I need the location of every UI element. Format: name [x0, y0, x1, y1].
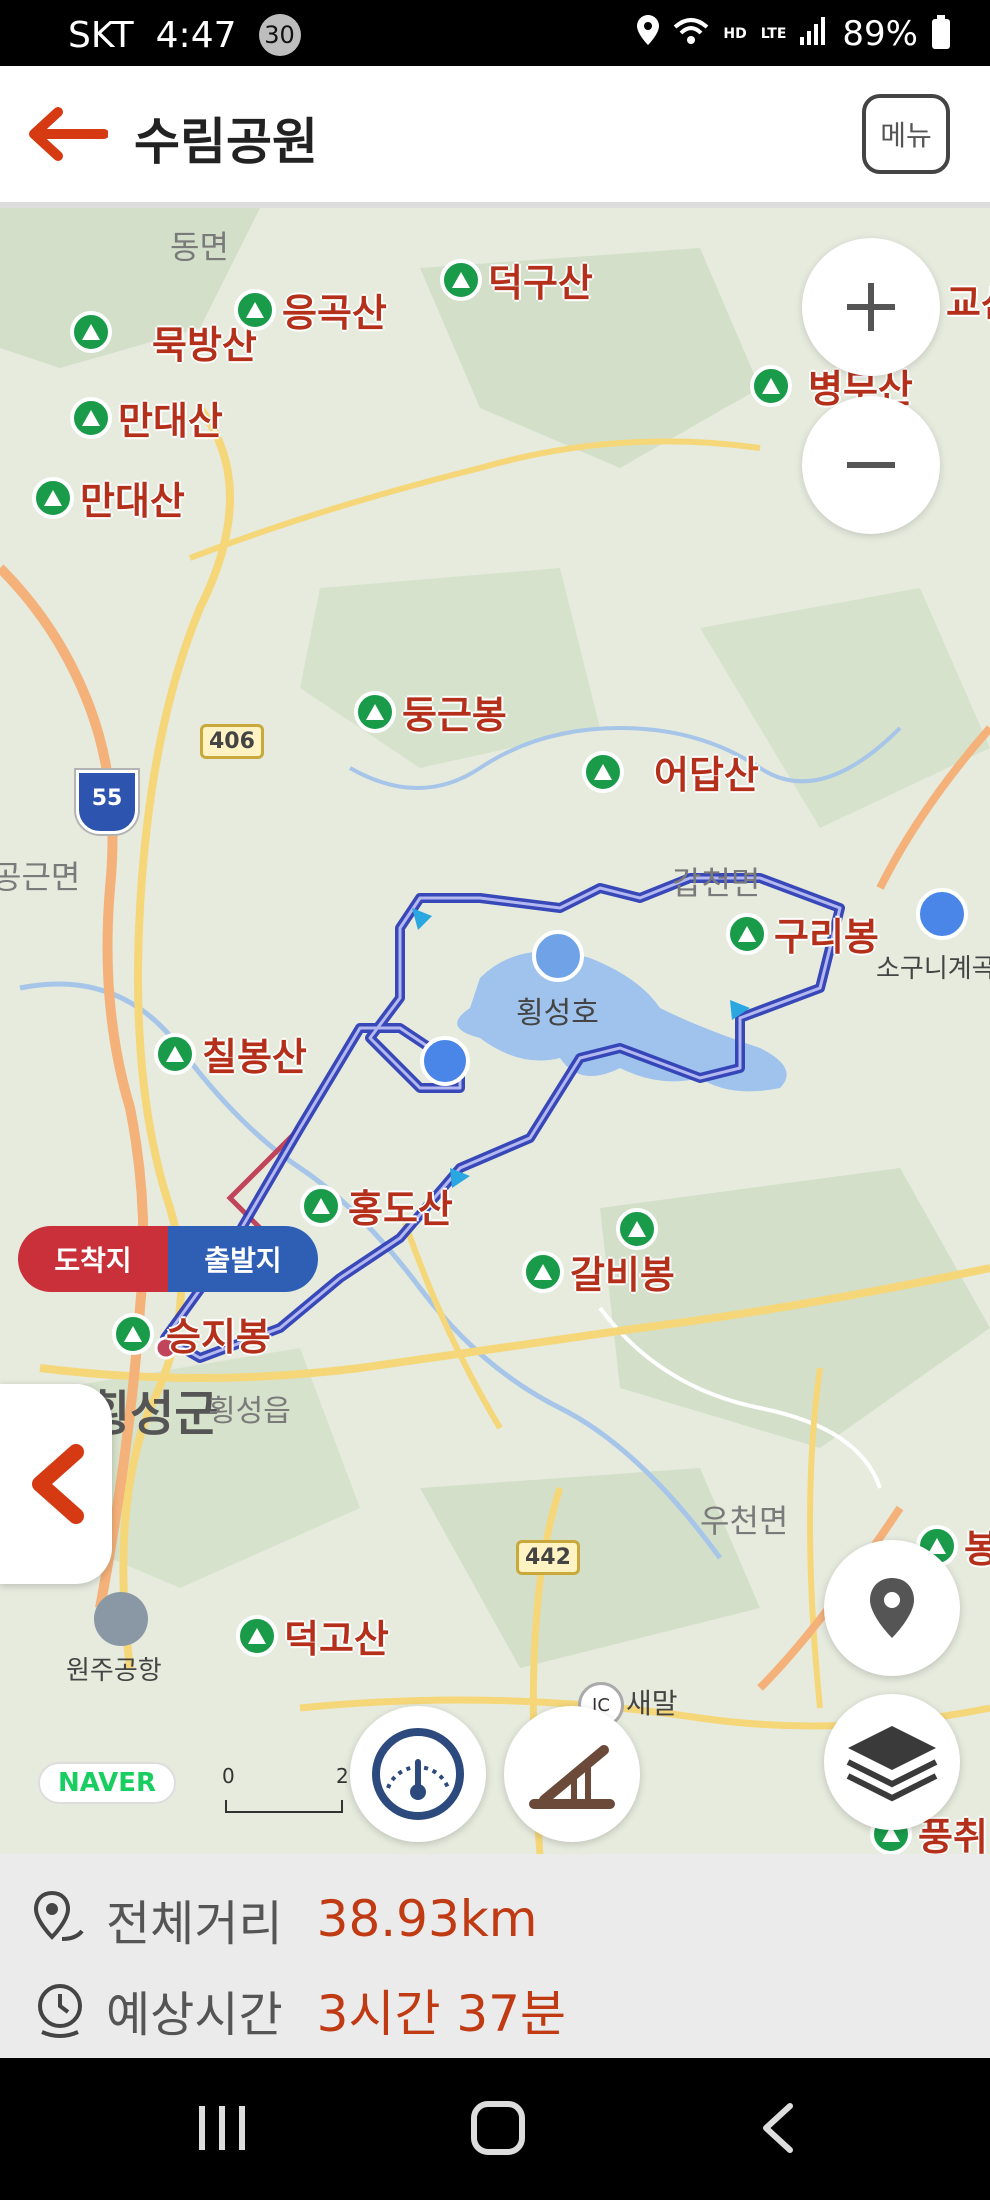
mountain-icon — [726, 912, 768, 955]
app-header: 수림공원 메뉴 — [0, 66, 990, 208]
peak-marker[interactable]: 칠봉산 — [154, 1026, 307, 1081]
zoom-out-button[interactable] — [802, 396, 940, 534]
mountain-icon — [522, 1250, 564, 1293]
time-value: 3시간 37분 — [316, 1985, 566, 2043]
highway-shield: 55 — [76, 770, 138, 834]
poi-label: 소구니계곡 — [876, 954, 990, 984]
speedometer-icon — [372, 1728, 464, 1820]
chevron-left-icon — [32, 1444, 84, 1524]
mountain-icon — [300, 1184, 342, 1227]
battery-icon — [932, 15, 950, 49]
region-label: 우천면 — [700, 1502, 789, 1540]
road-number-badge: 406 — [200, 724, 264, 759]
distance-label: 전체거리 — [106, 1896, 283, 1952]
arrival-flag[interactable]: 도착지 — [18, 1226, 168, 1292]
mountain-icon — [70, 310, 112, 353]
wifi-icon — [673, 14, 709, 54]
elevation-button[interactable] — [504, 1706, 640, 1842]
system-nav-bar — [0, 2058, 990, 2200]
peak-marker[interactable]: 덕고산 — [236, 1608, 389, 1663]
park-icon[interactable] — [420, 1036, 470, 1086]
peak-marker[interactable]: 만대산 — [70, 390, 223, 445]
route-pin-icon — [33, 1890, 84, 1941]
panel-toggle-button[interactable] — [0, 1384, 112, 1584]
time-label: 예상시간 — [106, 1987, 283, 2043]
mountain-icon — [154, 1032, 196, 1075]
distance-row: 전체거리 38.93km — [32, 1884, 537, 1954]
recent-apps-icon[interactable] — [196, 2102, 248, 2154]
peak-marker[interactable]: 응곡산 — [234, 282, 387, 337]
status-bar: SKT 4:47 30 HD LTE 89% — [0, 0, 990, 66]
peak-marker[interactable]: 승지봉 — [112, 1306, 271, 1361]
region-label: 갑천면 — [672, 864, 761, 902]
notification-badge: 30 — [258, 14, 301, 56]
page-title: 수림공원 — [134, 113, 318, 171]
lte-indicator: LTE — [760, 26, 787, 42]
mountain-icon — [616, 1208, 658, 1250]
airport-label: 원주공항 — [66, 1656, 162, 1686]
carrier: SKT — [68, 14, 134, 56]
valley-icon[interactable] — [916, 888, 968, 940]
peak-marker[interactable]: 구리봉 — [726, 906, 879, 961]
naver-logo: NAVER — [38, 1762, 177, 1804]
hd-voice-indicator: HD — [723, 26, 747, 42]
battery-percent: 89% — [842, 14, 918, 54]
menu-button[interactable]: 메뉴 — [862, 94, 950, 174]
mountain-icon — [70, 396, 112, 439]
lake-icon — [532, 930, 584, 982]
mountain-icon — [236, 1614, 278, 1657]
map-layers-button[interactable] — [824, 1694, 960, 1830]
back-arrow-icon[interactable] — [24, 106, 109, 162]
peak-marker[interactable]: 홍도산 — [300, 1178, 453, 1233]
mountain-icon — [234, 288, 276, 331]
peak-marker[interactable]: 어답산 — [582, 744, 759, 799]
region-label: 공근면 — [0, 858, 81, 896]
location-icon — [637, 14, 660, 54]
mountain-icon — [32, 476, 74, 519]
mountain-icon — [582, 750, 624, 793]
signal-icon — [800, 14, 828, 54]
ic-label: 새말 — [626, 1687, 678, 1720]
clock: 4:47 — [155, 14, 237, 56]
mountain-icon — [112, 1312, 154, 1355]
scale-end: 2 — [336, 1764, 349, 1788]
map-view[interactable]: 동면 공근면 갑천면 우천면 횡성군 횡성읍 묵방산 응곡산 덕구산 만대산 만… — [0, 208, 990, 1854]
home-icon[interactable] — [470, 2100, 526, 2156]
minus-icon — [847, 462, 895, 468]
my-location-button[interactable] — [824, 1540, 960, 1676]
time-row: 예상시간 3시간 37분 — [32, 1974, 566, 2046]
peak-marker[interactable]: 덕구산 — [440, 252, 593, 307]
road-number-badge: 442 — [516, 1540, 580, 1575]
clock-icon — [38, 1984, 82, 2038]
mountain-icon — [440, 258, 482, 301]
peak-marker[interactable]: 교산 — [940, 272, 990, 327]
town-label: 횡성읍 — [208, 1394, 291, 1429]
scale-start: 0 — [222, 1764, 235, 1788]
peak-marker[interactable]: 갈비봉 — [522, 1244, 675, 1299]
mountain-icon — [354, 690, 396, 733]
peak-marker[interactable]: 둥근봉 — [354, 684, 507, 739]
mountain-icon — [750, 364, 792, 407]
region-label: 동면 — [170, 228, 229, 266]
peak-marker[interactable]: 묵방산 — [70, 294, 257, 369]
layers-icon — [846, 1726, 938, 1802]
peak-marker[interactable] — [616, 1208, 658, 1250]
peak-marker[interactable]: 만대산 — [32, 470, 185, 525]
distance-value: 38.93km — [316, 1890, 538, 1948]
plus-icon — [847, 283, 895, 331]
speed-button[interactable] — [350, 1706, 486, 1842]
slope-icon — [529, 1745, 615, 1809]
departure-flag[interactable]: 출발지 — [168, 1226, 318, 1292]
airport-icon — [94, 1592, 148, 1646]
location-pin-icon — [870, 1578, 914, 1638]
route-summary-panel: 전체거리 38.93km 예상시간 3시간 37분 — [0, 1854, 990, 2058]
lake-label: 횡성호 — [516, 996, 599, 1031]
back-icon[interactable] — [758, 2102, 798, 2154]
zoom-in-button[interactable] — [802, 238, 940, 376]
